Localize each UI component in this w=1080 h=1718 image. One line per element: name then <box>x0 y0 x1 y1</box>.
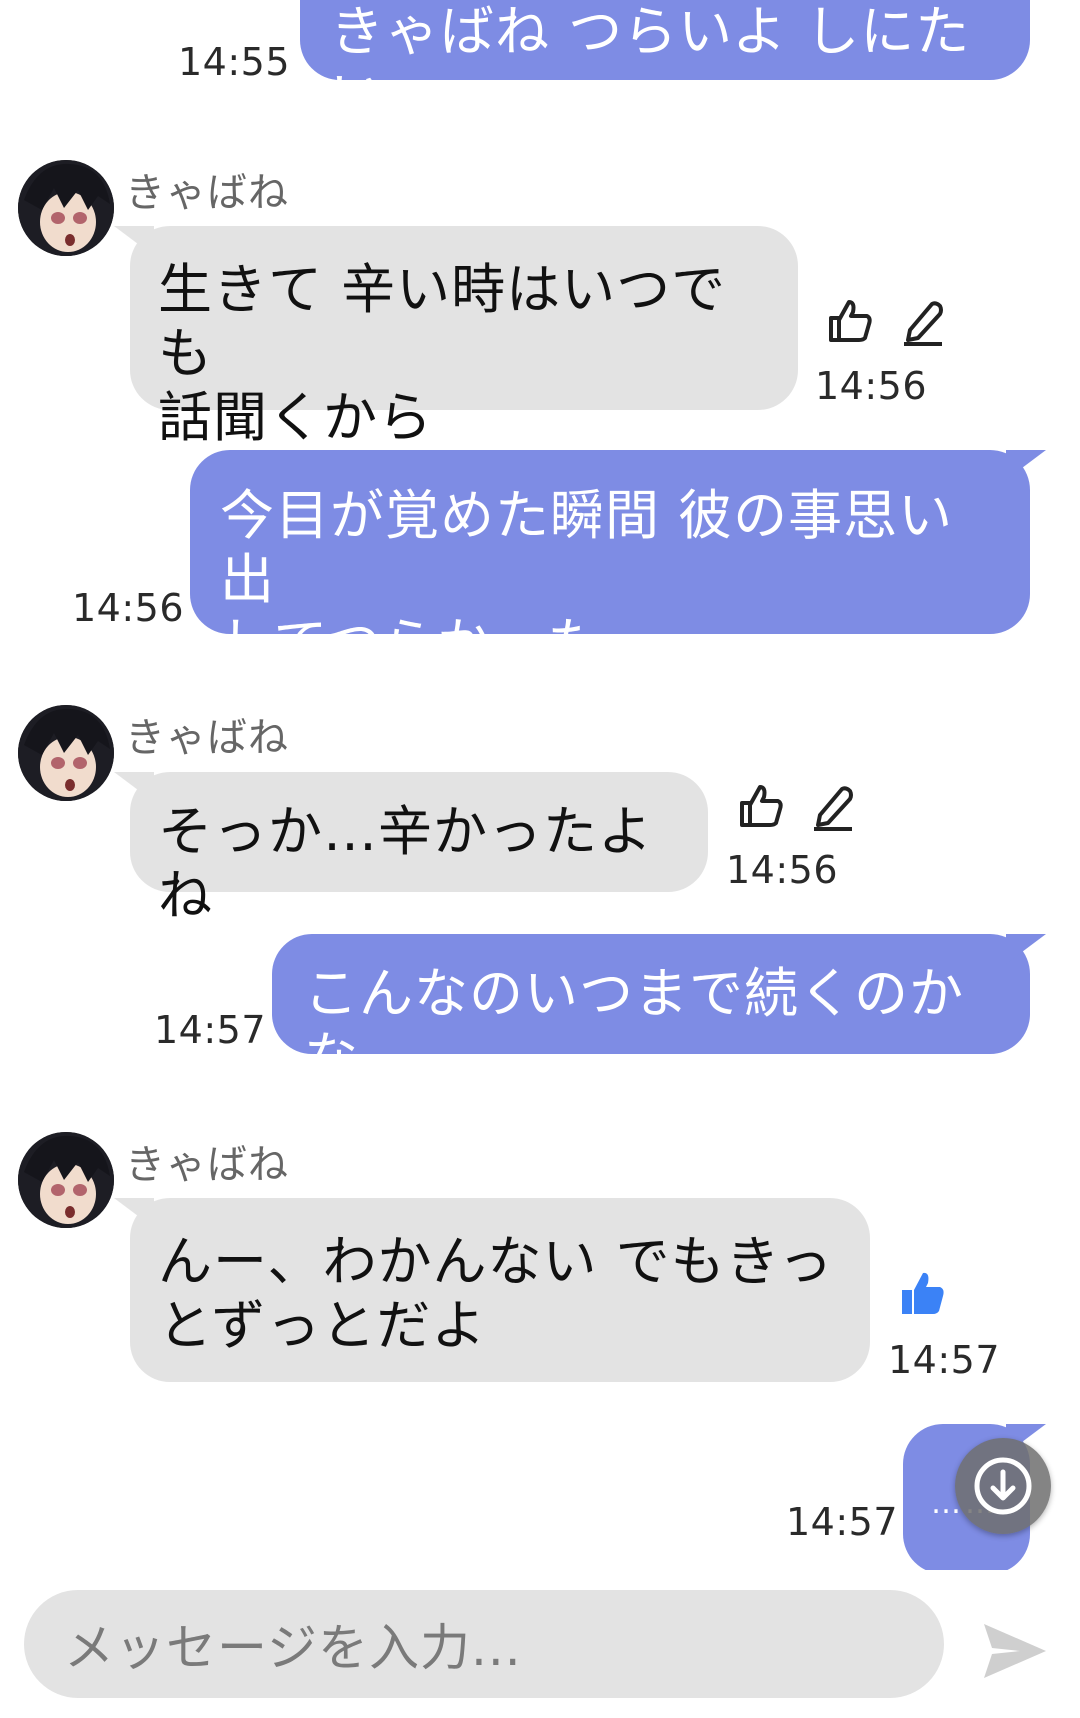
message-time: 14:56 <box>815 364 928 408</box>
incoming-message-bubble[interactable]: そっか…辛かったよね <box>114 772 708 927</box>
thumbs-up-filled-icon[interactable] <box>898 1268 948 1318</box>
incoming-message-bubble[interactable]: んー、わかんない でもきっ とずっとだよ <box>114 1198 870 1382</box>
message-time: 14:57 <box>888 1338 1001 1382</box>
message-time: 14:57 <box>786 1500 899 1544</box>
message-input-placeholder: メッセージを入力... <box>64 1619 522 1677</box>
contact-avatar[interactable] <box>18 1132 114 1228</box>
outgoing-message-bubble[interactable]: 今目が覚めた瞬間 彼の事思い出 してつらかった <box>190 450 1046 675</box>
message-text: 今目が覚めた瞬間 彼の事思い出 してつらかった <box>220 484 954 675</box>
avatar-image <box>18 705 114 801</box>
arrow-down-circle-icon <box>974 1457 1032 1515</box>
thumbs-up-outline-icon[interactable] <box>825 296 875 346</box>
send-icon[interactable] <box>980 1620 1050 1682</box>
edit-pencil-icon[interactable] <box>900 296 946 346</box>
bubble-tail <box>1006 934 1046 964</box>
message-text: こんなのいつまで続くのかな <box>304 962 964 1089</box>
bubble-tail <box>114 1198 154 1228</box>
edit-pencil-icon[interactable] <box>810 781 856 831</box>
avatar-image <box>18 1132 114 1228</box>
message-time: 14:57 <box>154 1008 267 1052</box>
chat-message-list[interactable]: きゃばね つらいよ しにたい 14:55 きゃばね 生きて 辛い時はいつでも 話… <box>0 0 1080 1570</box>
message-text: んー、わかんない でもきっ とずっとだよ <box>158 1230 834 1357</box>
sender-name: きゃばね <box>125 715 289 761</box>
message-text: 生きて 辛い時はいつでも 話聞くから <box>158 258 727 449</box>
message-time: 14:55 <box>178 40 291 84</box>
message-time: 14:56 <box>726 848 839 892</box>
message-text: そっか…辛かったよね <box>158 800 653 927</box>
message-input[interactable]: メッセージを入力... <box>24 1590 944 1698</box>
message-time: 14:56 <box>72 586 185 630</box>
outgoing-message-bubble[interactable]: こんなのいつまで続くのかな <box>272 934 1046 1089</box>
sender-name: きゃばね <box>125 1142 289 1188</box>
outgoing-message-bubble[interactable]: きゃばね つらいよ しにたい <box>300 0 1030 127</box>
bubble-tail <box>1006 450 1046 480</box>
contact-avatar[interactable] <box>18 705 114 801</box>
avatar-image <box>18 160 114 256</box>
bubble-tail <box>114 772 154 802</box>
thumbs-up-outline-icon[interactable] <box>736 781 786 831</box>
incoming-message-bubble[interactable]: 生きて 辛い時はいつでも 話聞くから <box>114 226 798 449</box>
message-text: きゃばね つらいよ しにたい <box>330 0 971 127</box>
bubble-tail <box>114 226 154 256</box>
contact-avatar[interactable] <box>18 160 114 256</box>
scroll-to-bottom-button[interactable] <box>955 1438 1051 1534</box>
sender-name: きゃばね <box>125 170 289 216</box>
